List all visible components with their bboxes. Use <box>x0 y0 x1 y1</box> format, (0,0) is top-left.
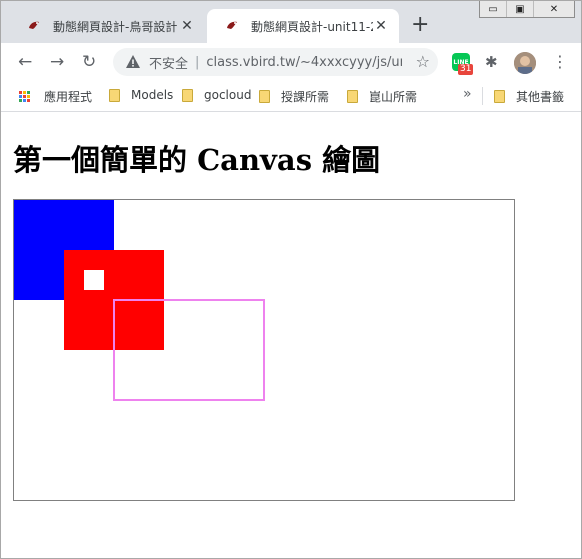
profile-avatar[interactable] <box>514 52 536 74</box>
url-text[interactable]: class.vbird.tw/~4xxxcyyy/js/unit1… <box>206 55 402 70</box>
folder-icon <box>109 88 120 102</box>
canvas-area <box>13 199 515 501</box>
bookmark-folder-teaching[interactable]: 授課所需 <box>259 88 329 105</box>
insecure-label: 不安全 <box>149 56 189 72</box>
browser-toolbar: ← → ↻ 不安全 | class.vbird.tw/~4xxxcyyy/js/… <box>1 43 581 81</box>
folder-icon <box>494 90 505 103</box>
bookmark-label: gocloud <box>204 88 252 102</box>
warning-icon[interactable] <box>125 54 141 70</box>
white-cleared-square <box>84 270 104 290</box>
tab-inactive[interactable]: 動態網頁設計-鳥哥設計 ✕ <box>9 9 205 43</box>
back-arrow-icon[interactable]: ← <box>18 52 32 72</box>
page-title: 第一個簡單的 Canvas 繪圖 <box>13 143 381 177</box>
bird-favicon-icon <box>227 21 237 29</box>
new-tab-button[interactable]: + <box>411 14 429 36</box>
bookmark-label: Models <box>131 88 174 102</box>
bookmarks-bar: 應用程式 Models gocloud 授課所需 崑山所需 » 其他書籤 <box>1 81 581 112</box>
bird-favicon-icon <box>29 21 39 29</box>
extensions-puzzle-icon[interactable]: ✱ <box>485 53 498 71</box>
window-controls: ▭ ▣ ✕ <box>479 1 575 18</box>
bookmark-folder-gocloud[interactable]: gocloud <box>182 88 251 102</box>
bookmark-label: 應用程式 <box>44 90 93 104</box>
tab-close-icon[interactable]: ✕ <box>373 18 389 34</box>
minimize-button[interactable]: ▭ <box>480 1 506 17</box>
kebab-menu-icon[interactable]: ⋮ <box>552 52 568 71</box>
address-bar[interactable]: 不安全 | class.vbird.tw/~4xxxcyyy/js/unit1…… <box>113 48 438 76</box>
tab-title: 動態網頁設計-鳥哥設計 <box>53 19 178 34</box>
bookmarks-divider <box>482 87 483 105</box>
bookmark-label: 其他書籤 <box>516 90 565 104</box>
maximize-button[interactable]: ▣ <box>506 1 533 17</box>
extension-badge: 31 <box>458 64 474 75</box>
close-window-button[interactable]: ✕ <box>533 1 574 17</box>
tab-active[interactable]: 動態網頁設計-unit11-2-1 ✕ <box>207 9 399 43</box>
tab-close-icon[interactable]: ✕ <box>179 18 195 34</box>
bookmark-other[interactable]: 其他書籤 <box>494 88 564 105</box>
tab-strip: ▭ ▣ ✕ 動態網頁設計-鳥哥設計 ✕ 動態網頁設計-unit11-2-1 ✕ … <box>1 1 581 43</box>
bookmark-folder-kunshan[interactable]: 崑山所需 <box>347 88 417 105</box>
bookmark-label: 崑山所需 <box>369 90 418 104</box>
tab-title: 動態網頁設計-unit11-2-1 <box>251 19 373 34</box>
bookmark-label: 授課所需 <box>281 90 330 104</box>
avatar-image <box>514 52 536 74</box>
page-content: 第一個簡單的 Canvas 繪圖 <box>1 112 581 558</box>
folder-icon <box>182 88 193 102</box>
folder-icon <box>259 90 270 103</box>
canvas-drawing <box>14 200 265 401</box>
bookmark-star-icon[interactable]: ☆ <box>416 52 430 71</box>
browser-window: ▭ ▣ ✕ 動態網頁設計-鳥哥設計 ✕ 動態網頁設計-unit11-2-1 ✕ … <box>0 0 582 559</box>
apps-grid-icon <box>19 90 31 103</box>
url-separator: | <box>195 54 200 70</box>
more-bookmarks-icon[interactable]: » <box>463 86 472 102</box>
forward-arrow-icon[interactable]: → <box>50 52 64 72</box>
reload-icon[interactable]: ↻ <box>82 52 96 72</box>
folder-icon <box>347 90 358 103</box>
bookmark-folder-models[interactable]: Models <box>109 88 173 102</box>
bookmark-apps[interactable]: 應用程式 <box>19 88 92 105</box>
